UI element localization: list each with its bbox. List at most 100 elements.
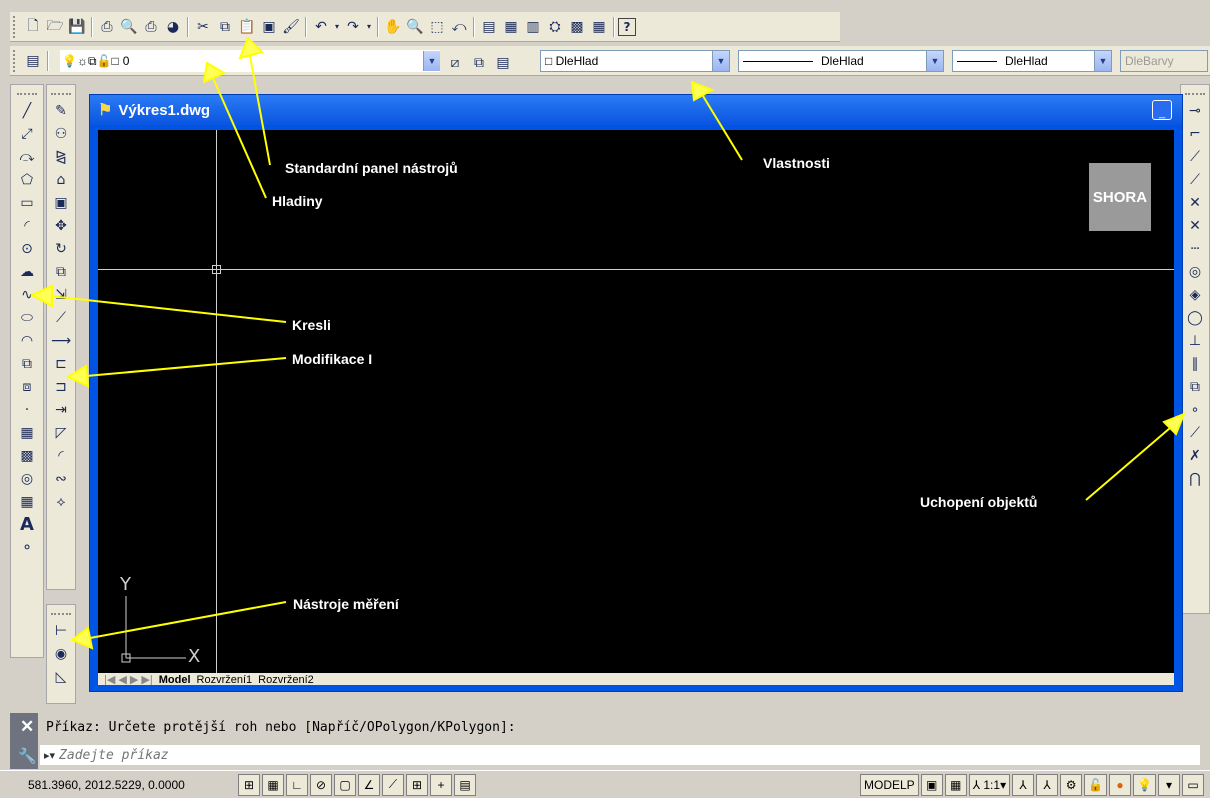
make-block-icon[interactable]: ⧈ bbox=[16, 375, 38, 398]
arc-icon[interactable]: ◜ bbox=[16, 214, 38, 237]
point-icon[interactable]: · bbox=[16, 398, 38, 421]
region-icon[interactable]: ◎ bbox=[16, 467, 38, 490]
ortho-icon[interactable]: ∟ bbox=[286, 773, 308, 796]
osnap-settings-icon[interactable]: ⋂ bbox=[1184, 467, 1206, 490]
redo-icon[interactable]: ↷ bbox=[342, 16, 364, 38]
model-space-toggle[interactable]: MODELP bbox=[860, 773, 919, 796]
drawing-canvas[interactable]: SHORA Y X bbox=[98, 130, 1174, 678]
snap-from-icon[interactable]: ⌐ bbox=[1184, 122, 1206, 145]
isolate-objects-icon[interactable]: 💡 bbox=[1133, 773, 1156, 796]
snap-none-icon[interactable]: ✗ bbox=[1184, 444, 1206, 467]
lineweight-icon[interactable]: ▤ bbox=[454, 773, 476, 796]
print-icon[interactable]: ⎙ bbox=[96, 16, 118, 38]
break-at-point-icon[interactable]: ⊏ bbox=[50, 352, 72, 375]
new-icon[interactable]: 🗋 bbox=[22, 16, 44, 38]
revision-cloud-icon[interactable]: ☁ bbox=[16, 260, 38, 283]
stretch-icon[interactable]: ⇲ bbox=[50, 283, 72, 306]
construction-line-icon[interactable]: ⤢ bbox=[16, 122, 38, 145]
zoom-realtime-icon[interactable]: 🔍 bbox=[404, 16, 426, 38]
zoom-previous-icon[interactable]: ⤺ bbox=[448, 16, 470, 38]
annotation-scale[interactable]: ⅄ 1:1 ▾ bbox=[968, 773, 1011, 796]
command-prompt-icon[interactable]: ▸▾ bbox=[40, 749, 55, 762]
snap-intersection-icon[interactable]: ✕ bbox=[1184, 191, 1206, 214]
3d-osnap-icon[interactable]: ∠ bbox=[358, 773, 380, 796]
fillet-icon[interactable]: ◜ bbox=[50, 444, 72, 467]
spline-icon[interactable]: ∿ bbox=[16, 283, 38, 306]
customize-icon[interactable]: 🔧 bbox=[18, 747, 37, 765]
viewcube[interactable]: SHORA bbox=[1089, 163, 1151, 231]
paste-icon[interactable]: 📋 bbox=[236, 16, 258, 38]
gradient-icon[interactable]: ▩ bbox=[16, 444, 38, 467]
insert-block-icon[interactable]: ⧉ bbox=[16, 352, 38, 375]
drawing-titlebar[interactable]: ⚑ Výkres1.dwg bbox=[90, 95, 1182, 125]
trim-icon[interactable]: ⟋ bbox=[50, 306, 72, 329]
mirror-icon[interactable]: ⧎ bbox=[50, 145, 72, 168]
workspace-icon[interactable]: ⚙ bbox=[1060, 773, 1083, 796]
preview-icon[interactable]: 🔍 bbox=[118, 16, 140, 38]
radius-icon[interactable]: ◉ bbox=[50, 642, 72, 665]
save-icon[interactable]: 💾 bbox=[66, 16, 88, 38]
add-selected-icon[interactable]: ⚬ bbox=[16, 536, 38, 559]
scale-icon[interactable]: ⧉ bbox=[50, 260, 72, 283]
undo-icon[interactable]: ↶ bbox=[310, 16, 332, 38]
pan-icon[interactable]: ✋ bbox=[382, 16, 404, 38]
copy-icon[interactable]: ⧉ bbox=[214, 16, 236, 38]
command-input-field[interactable]: ▸▾ bbox=[40, 745, 1200, 765]
match-icon[interactable]: ▣ bbox=[258, 16, 280, 38]
snap-center-icon[interactable]: ◎ bbox=[1184, 260, 1206, 283]
blend-curves-icon[interactable]: ∾ bbox=[50, 467, 72, 490]
design-center-icon[interactable]: ▦ bbox=[500, 16, 522, 38]
grid-icon[interactable]: ▦ bbox=[262, 773, 284, 796]
layer-states-icon[interactable]: ▤ bbox=[492, 52, 514, 74]
temporary-track-icon[interactable]: ⊸ bbox=[1184, 99, 1206, 122]
polyline-icon[interactable]: ⤼ bbox=[16, 145, 38, 168]
chamfer-icon[interactable]: ◸ bbox=[50, 421, 72, 444]
rotate-icon[interactable]: ↻ bbox=[50, 237, 72, 260]
ellipse-arc-icon[interactable]: ◠ bbox=[16, 329, 38, 352]
snap-tangent-icon[interactable]: ◯ bbox=[1184, 306, 1206, 329]
toolbar-grip[interactable] bbox=[13, 15, 19, 38]
chevron-down-icon[interactable]: ▼ bbox=[423, 51, 440, 71]
cut-icon[interactable]: ✂ bbox=[192, 16, 214, 38]
tab-nav-icon[interactable]: |◀ ◀ ▶ ▶| bbox=[104, 675, 153, 686]
clean-screen-icon[interactable]: ▭ bbox=[1182, 773, 1204, 796]
circle-icon[interactable]: ⊙ bbox=[16, 237, 38, 260]
dynamic-input-icon[interactable]: + bbox=[430, 773, 452, 796]
minimize-button[interactable]: _ bbox=[1152, 100, 1172, 120]
tab-layout1[interactable]: Rozvržení1 bbox=[197, 675, 253, 686]
chevron-down-icon[interactable]: ▼ bbox=[926, 51, 943, 71]
move-icon[interactable]: ✥ bbox=[50, 214, 72, 237]
layer-combo[interactable]: 💡☼⧉🔓□ 0 ▼ bbox=[60, 50, 440, 72]
annotation-visibility-icon[interactable]: ⅄ bbox=[1012, 773, 1035, 796]
layer-previous-icon[interactable]: ⧉ bbox=[468, 52, 490, 74]
tab-layout2[interactable]: Rozvržení2 bbox=[258, 675, 314, 686]
angle-icon[interactable]: ◺ bbox=[50, 665, 72, 688]
redo-dropdown-icon[interactable]: ▾ bbox=[364, 16, 374, 38]
undo-dropdown-icon[interactable]: ▾ bbox=[332, 16, 342, 38]
multiline-text-icon[interactable]: A bbox=[16, 513, 38, 536]
snap-midpoint-icon[interactable]: ⟋ bbox=[1184, 168, 1206, 191]
break-icon[interactable]: ⊐ bbox=[50, 375, 72, 398]
status-menu-icon[interactable]: ▾ bbox=[1158, 773, 1180, 796]
snap-parallel-icon[interactable]: ∥ bbox=[1184, 352, 1206, 375]
open-icon[interactable]: 🗁 bbox=[44, 16, 66, 38]
extend-icon[interactable]: ⟶ bbox=[50, 329, 72, 352]
make-current-layer-icon[interactable]: ⧄ bbox=[444, 52, 466, 74]
explode-icon[interactable]: ⟡ bbox=[50, 490, 72, 513]
brush-icon[interactable]: 🖌 bbox=[280, 16, 302, 38]
layer-manager-icon[interactable]: ▤ bbox=[22, 50, 44, 72]
markup-icon[interactable]: ▩ bbox=[566, 16, 588, 38]
tool-palettes-icon[interactable]: ▥ bbox=[522, 16, 544, 38]
polar-icon[interactable]: ⊘ bbox=[310, 773, 332, 796]
3d-dwf-icon[interactable]: ◕ bbox=[162, 16, 184, 38]
snap-endpoint-icon[interactable]: ⟋ bbox=[1184, 145, 1206, 168]
offset-icon[interactable]: ⌂ bbox=[50, 168, 72, 191]
otrack-icon[interactable]: ⟋ bbox=[382, 773, 404, 796]
toolbar-grip[interactable] bbox=[51, 93, 71, 97]
snap-extension-icon[interactable]: ┄ bbox=[1184, 237, 1206, 260]
rectangle-icon[interactable]: ▭ bbox=[16, 191, 38, 214]
array-icon[interactable]: ▣ bbox=[50, 191, 72, 214]
distance-icon[interactable]: ⊢ bbox=[50, 619, 72, 642]
auto-scale-icon[interactable]: ⅄ bbox=[1036, 773, 1059, 796]
snap-insert-icon[interactable]: ⧉ bbox=[1184, 375, 1206, 398]
